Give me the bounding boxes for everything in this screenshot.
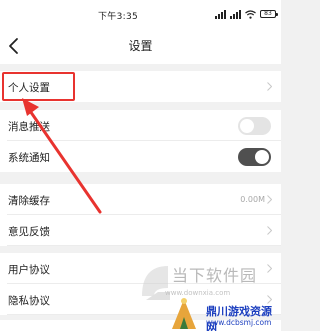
toggle-knob (240, 119, 254, 133)
battery-icon: 83 (260, 10, 278, 18)
badge-watermark-url: www.dcbsmj.com (206, 318, 272, 327)
row-label: 隐私协议 (8, 295, 50, 307)
row-label: 系统通知 (8, 152, 50, 164)
settings-row-clear-cache[interactable]: 清除缓存 0.00M (0, 184, 281, 215)
signal-icon (215, 9, 226, 19)
row-label: 清除缓存 (8, 195, 50, 207)
nav-bar: 设置 (0, 28, 281, 64)
chevron-right-icon (267, 82, 272, 91)
chevron-right-icon (267, 226, 272, 235)
settings-screen: 下午3:35 83 设置 个人设置 消息推送 系统通知 清除缓存 0.00M 意… (0, 0, 281, 331)
cache-size: 0.00M (240, 195, 265, 204)
wifi-icon (245, 9, 256, 19)
chevron-right-icon (267, 195, 272, 204)
settings-row-push: 消息推送 (0, 110, 281, 141)
highlight-box (2, 72, 75, 101)
settings-row-notify: 系统通知 (0, 141, 281, 172)
status-icons: 83 (215, 8, 278, 20)
downxia-watermark-text: 当下软件园 (172, 266, 258, 285)
notify-toggle[interactable] (238, 148, 271, 166)
row-label: 意见反馈 (8, 226, 50, 238)
push-toggle[interactable] (238, 117, 271, 135)
chevron-right-icon (267, 264, 272, 273)
row-label: 用户协议 (8, 264, 50, 276)
status-time: 下午3:35 (98, 12, 139, 22)
signal-2-icon (230, 9, 241, 19)
status-bar: 下午3:35 83 (0, 0, 281, 28)
row-label: 消息推送 (8, 121, 50, 133)
settings-row-feedback[interactable]: 意见反馈 (0, 215, 281, 246)
page-title: 设置 (128, 39, 153, 53)
row-divider (7, 245, 281, 246)
battery-level: 83 (264, 10, 272, 17)
toggle-knob (255, 150, 269, 164)
